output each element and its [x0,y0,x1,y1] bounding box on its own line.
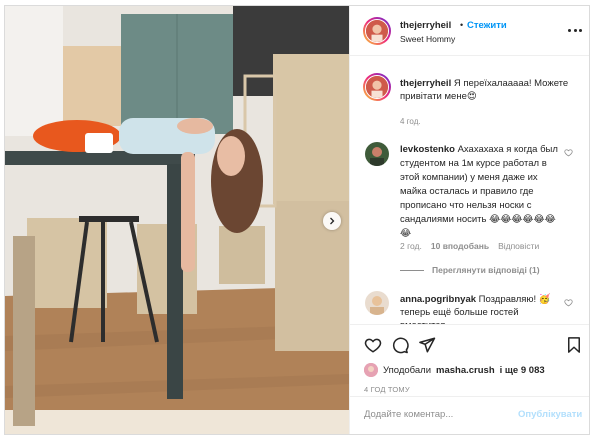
follow-button[interactable]: Стежити [467,20,507,31]
like-button[interactable] [364,336,382,354]
more-dots-icon [568,28,571,32]
heart-icon [364,338,382,353]
post-header: thejerryheil • Стежити Sweet Hommy [350,6,589,56]
caption-avatar[interactable] [363,73,391,101]
view-replies-button[interactable]: Переглянути відповіді (1) [400,265,540,275]
share-button[interactable] [418,336,436,354]
comment-avatar[interactable] [365,142,389,166]
comment-input[interactable] [364,409,514,420]
post-sidebar: thejerryheil • Стежити Sweet Hommy theje… [349,6,589,434]
comment-body: levkostenko Ахахахаха я когда был студен… [400,143,565,241]
bookmark-icon [568,337,580,353]
add-comment-bar: Опублікувати [350,396,589,434]
comment-meta: 2 год. 10 вподобань Відповісти [400,241,539,251]
separator-dot: • [460,20,464,30]
comment-button[interactable] [391,336,409,354]
comment-username[interactable]: levkostenko [400,144,455,155]
liked-by-user[interactable]: masha.crush [436,365,495,376]
post-location[interactable]: Sweet Hommy [400,34,455,44]
view-replies-label: Переглянути відповіді (1) [432,265,540,275]
liker-avatar[interactable] [364,363,378,377]
comment-like-button[interactable] [564,298,573,307]
reply-button[interactable]: Відповісти [498,241,539,251]
liked-by: Уподобали masha.crush і ще 9 083 [364,363,545,377]
caption-username[interactable]: thejerryheil [400,78,451,89]
caption-time[interactable]: 4 год. [400,117,421,126]
chevron-right-icon [330,217,335,225]
comment-time[interactable]: 2 год. [400,241,422,251]
comment-username[interactable]: anna.pogribnyak [400,294,476,305]
share-icon [419,337,436,353]
post-photo[interactable] [5,6,349,434]
save-button[interactable] [565,336,583,354]
comment-body: anna.pogribnyak Поздравляю! 🥳теперь ещё … [400,293,565,324]
heart-icon [564,149,573,157]
liked-by-count[interactable]: і ще 9 083 [500,365,545,376]
comment-likes[interactable]: 10 вподобань [431,241,489,251]
comment-icon [392,337,409,354]
author-avatar[interactable] [363,17,391,45]
more-options-button[interactable] [568,26,582,34]
comment-avatar[interactable] [365,291,389,315]
comments-list: thejerryheil Я переїхалааааа! Можете при… [350,57,589,324]
comment-like-button[interactable] [564,148,573,157]
publish-button[interactable]: Опублікувати [518,409,582,420]
replies-divider [400,269,424,271]
liked-by-prefix: Уподобали [383,364,432,376]
comment-text: Ахахахаха я когда был студентом на 1м ку… [400,144,558,239]
next-photo-button[interactable] [323,212,341,230]
heart-icon [564,299,573,307]
post-caption: thejerryheil Я переїхалааааа! Можете при… [400,77,580,103]
author-username[interactable]: thejerryheil [400,20,451,31]
posted-time[interactable]: 4 ГОД ТОМУ [364,385,410,394]
instagram-post: thejerryheil • Стежити Sweet Hommy theje… [4,5,590,435]
photo-illustration [5,6,349,434]
